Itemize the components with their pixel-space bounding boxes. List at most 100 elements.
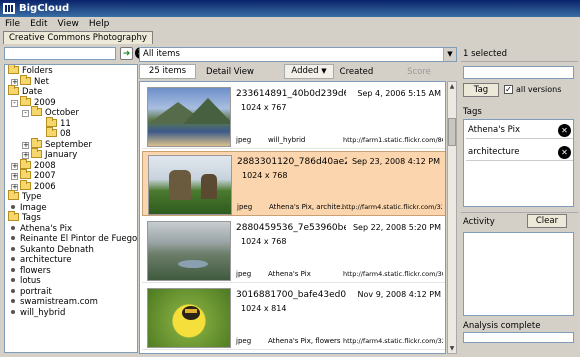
list-item[interactable]: 233614891_40b0d239d6... Sep 4, 2006 5:15 … [142, 84, 445, 149]
item-list: 233614891_40b0d239d6... Sep 4, 2006 5:15 … [139, 81, 446, 354]
clear-button[interactable]: Clear [527, 214, 567, 228]
tree-item-label: architecture [20, 255, 72, 265]
tree-item-label: Athena's Pix [20, 223, 73, 234]
tag-button[interactable]: Tag [463, 83, 499, 97]
folder-icon [20, 95, 31, 106]
tag-input[interactable] [463, 66, 574, 79]
tree-item[interactable]: swamistream.com [5, 297, 137, 308]
tree-item-label: Type [22, 192, 42, 202]
menu-edit[interactable]: Edit [25, 19, 52, 29]
menu-help[interactable]: Help [84, 19, 115, 29]
scroll-up-icon[interactable]: ▲ [448, 82, 456, 91]
tree-item[interactable]: architecture [5, 255, 137, 266]
list-item[interactable]: 3016881700_bafe43ed0... Nov 9, 2008 4:12 … [142, 285, 445, 350]
vertical-scrollbar[interactable]: ▲ ▼ [447, 81, 457, 354]
bullet-icon [11, 225, 15, 230]
folder-icon [20, 179, 31, 190]
collapse-icon[interactable]: - [11, 99, 18, 107]
item-type: jpeg [236, 270, 252, 278]
collapse-icon[interactable]: - [22, 110, 29, 117]
tree-item-label: January [45, 150, 78, 160]
photo-thumbnail[interactable] [148, 155, 232, 215]
all-versions-checkbox[interactable]: ✓ all versions [504, 85, 561, 94]
item-url[interactable]: http://farm4.static.flickr.com/3204/2... [342, 203, 442, 211]
photo-thumbnail[interactable] [147, 87, 231, 147]
expand-icon[interactable]: + [11, 173, 18, 180]
remove-tag-icon[interactable]: ✕ [558, 146, 571, 159]
tag-label: Athena's Pix [468, 125, 521, 135]
detail-view-button[interactable]: Detail View [196, 67, 264, 77]
tree-item[interactable]: will_hybrid [5, 308, 137, 319]
expand-icon[interactable]: + [22, 141, 29, 149]
chevron-down-icon[interactable]: ▼ [443, 48, 456, 61]
folder-icon [31, 137, 42, 148]
item-tags: will_hybrid [268, 136, 306, 144]
search-input[interactable] [4, 47, 116, 60]
tree-item-label: 11 [60, 118, 71, 129]
item-dimensions: 1024 x 814 [241, 304, 287, 313]
item-url[interactable]: http://farm4.static.flickr.com/3047/2... [343, 270, 443, 278]
go-arrow-icon[interactable]: ➜ [120, 47, 133, 60]
tree-item[interactable]: + Net [5, 74, 137, 88]
item-type: jpeg [236, 136, 252, 144]
sort-created-button[interactable]: Created [334, 67, 379, 77]
menu-file[interactable]: File [0, 19, 25, 29]
tree-item[interactable]: Athena's Pix [5, 224, 137, 235]
list-item[interactable]: 2880459536_7e53960be... Sep 22, 2008 5:20… [142, 218, 445, 283]
item-url[interactable]: http://farm4.static.flickr.com/3202/3... [343, 337, 443, 345]
app-icon [3, 3, 15, 14]
tree-item[interactable]: - October [5, 106, 137, 119]
item-date: Sep 4, 2006 5:15 AM [357, 89, 441, 98]
tree-item[interactable]: lotus [5, 276, 137, 287]
scroll-down-icon[interactable]: ▼ [448, 344, 456, 353]
expand-icon[interactable]: + [11, 162, 18, 170]
window-title: BigCloud [19, 3, 70, 14]
menu-view[interactable]: View [53, 19, 84, 29]
tree-item[interactable]: + September [5, 137, 137, 151]
tree-item-label: 2006 [34, 181, 56, 192]
bullet-icon [11, 299, 15, 303]
sort-score-button[interactable]: Score [399, 67, 439, 77]
tree-item[interactable]: Sukanto Debnath [5, 245, 137, 256]
folder-icon [20, 74, 31, 85]
item-tags: Athena's Pix [268, 270, 311, 278]
folder-icon [20, 158, 31, 169]
selection-count: 1 selected [463, 49, 507, 59]
tree-item[interactable]: +2006 [5, 179, 137, 193]
tree-item-label: lotus [20, 276, 41, 286]
tree-item[interactable]: 08 [5, 127, 137, 140]
tree-item[interactable]: Type [5, 190, 137, 203]
tree-item[interactable]: -2009 [5, 95, 137, 109]
tree-item-label: 2007 [34, 171, 56, 181]
tree-item[interactable]: 11 [5, 116, 137, 130]
sort-down-arrow-icon: ▼ [321, 67, 327, 75]
bullet-icon [11, 204, 15, 209]
photo-thumbnail[interactable] [147, 288, 231, 348]
item-dimensions: 1024 x 767 [241, 103, 287, 112]
tag-label: architecture [468, 147, 520, 157]
filter-value: All items [143, 49, 180, 59]
sort-added-button[interactable]: Added ▼ [284, 64, 334, 79]
tree-item[interactable]: portrait [5, 287, 137, 298]
tree-item-label: swamistream.com [20, 297, 98, 307]
scroll-thumb[interactable] [448, 118, 456, 146]
list-item[interactable]: 2883301120_786d40ae2... Sep 23, 2008 4:12… [142, 151, 445, 216]
tree-item[interactable]: flowers [5, 266, 137, 277]
tree-item[interactable]: Tags [5, 211, 137, 224]
photo-thumbnail[interactable] [147, 221, 231, 281]
tree-item-label: September [45, 139, 92, 150]
tree-item-label: 08 [60, 129, 71, 139]
bullet-icon [11, 288, 15, 293]
item-dimensions: 1024 x 768 [242, 171, 288, 180]
remove-tag-icon[interactable]: ✕ [558, 124, 571, 137]
tag-list: Athena's Pix ✕ architecture ✕ [463, 119, 574, 207]
folder-icon [31, 148, 42, 158]
item-url[interactable]: http://farm1.static.flickr.com/86/233... [343, 136, 443, 144]
tab-creative-commons[interactable]: Creative Commons Photography [3, 31, 153, 44]
folder-icon [8, 190, 19, 200]
tree-item[interactable]: Reinante El Pintor de Fuego [5, 234, 137, 245]
item-date: Sep 23, 2008 4:12 PM [351, 157, 440, 166]
filter-dropdown[interactable]: All items ▼ [139, 47, 457, 62]
center-pane: All items ▼ 25 items Detail View Added ▼… [139, 44, 457, 354]
tree-item[interactable]: Image [5, 203, 137, 214]
